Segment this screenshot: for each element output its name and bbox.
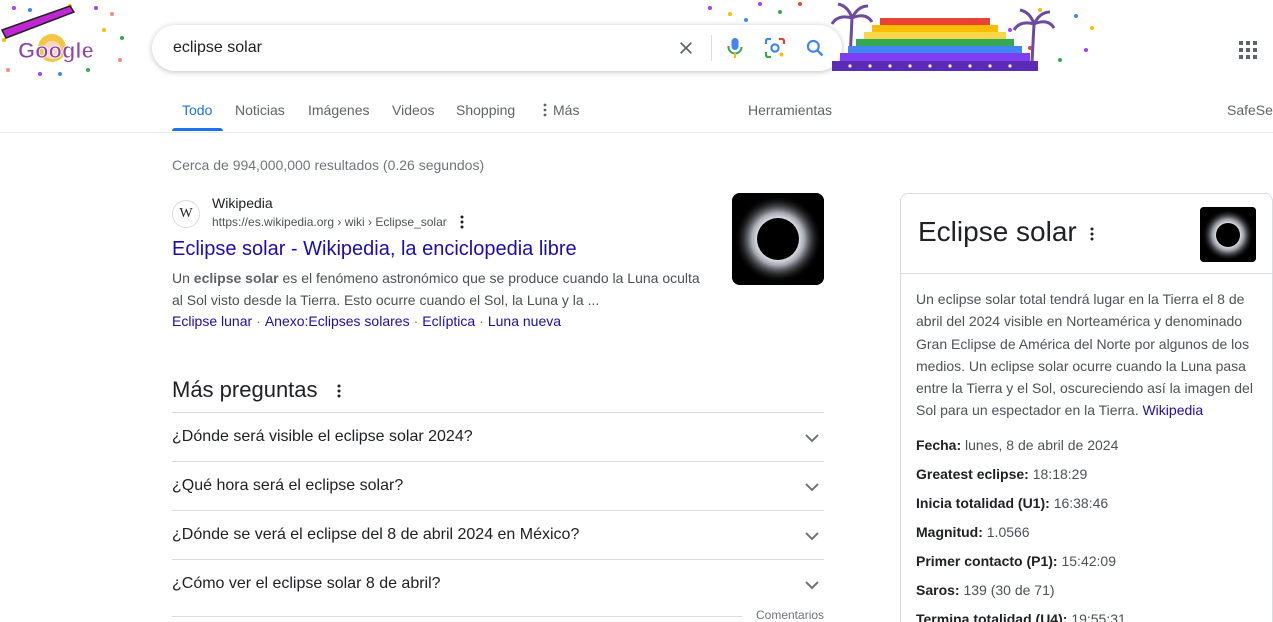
sitelink-separator: · bbox=[256, 313, 261, 329]
more-vert-icon[interactable] bbox=[457, 214, 467, 230]
description-line: Sol para un espectador en la Tierra. Wik… bbox=[916, 402, 1204, 419]
paa-question[interactable]: ¿Dónde será visible el eclipse solar 202… bbox=[172, 412, 824, 461]
safesearch-button[interactable]: SafeSea bbox=[1227, 102, 1273, 118]
tab-noticias[interactable]: Noticias bbox=[235, 102, 285, 118]
fact-row: Primer contacto (P1): 15:42:09 bbox=[916, 553, 1261, 582]
apps-grid-icon[interactable] bbox=[1236, 38, 1260, 62]
chevron-down-icon bbox=[805, 434, 819, 443]
close-icon[interactable] bbox=[674, 36, 698, 60]
result-snippet: Un eclipse solar es el fenómeno astronóm… bbox=[172, 267, 712, 311]
paa-footer-divider bbox=[172, 616, 742, 617]
chevron-down-icon bbox=[805, 532, 819, 541]
fact-key[interactable]: Magnitud: bbox=[916, 524, 983, 540]
sitelink-anexo-eclipses[interactable]: Anexo:Eclipses solares bbox=[265, 313, 410, 329]
fact-key[interactable]: Saros: bbox=[916, 582, 960, 598]
result-stats: Cerca de 994,000,000 resultados (0.26 se… bbox=[172, 157, 485, 173]
google-doodle-logo[interactable]: Google bbox=[0, 0, 130, 80]
paa-question-text: ¿Dónde se verá el eclipse del 8 de abril… bbox=[172, 526, 580, 543]
more-vert-icon bbox=[543, 103, 547, 117]
description-line: entre la Tierra y el Sol, oscureciendo a… bbox=[916, 380, 1253, 397]
tab-todo[interactable]: Todo bbox=[182, 102, 212, 118]
tab-imagenes[interactable]: Imágenes bbox=[308, 102, 369, 118]
sitelink-ecliptica[interactable]: Eclíptica bbox=[422, 313, 475, 329]
knowledge-panel-description: Un eclipse solar total tendrá lugar en l… bbox=[916, 288, 1261, 422]
fact-row: Saros: 139 (30 de 71) bbox=[916, 582, 1261, 611]
paa-question-text: ¿Qué hora será el eclipse solar? bbox=[172, 477, 404, 494]
result-title-link[interactable]: Eclipse solar - Wikipedia, la encicloped… bbox=[172, 238, 577, 261]
fact-row: Termina totalidad (U4): 19:55:31 bbox=[916, 611, 1261, 622]
fact-key[interactable]: Primer contacto (P1): bbox=[916, 553, 1058, 569]
fact-key[interactable]: Greatest eclipse: bbox=[916, 466, 1029, 482]
knowledge-panel-facts: Fecha: lunes, 8 de abril de 2024 Greates… bbox=[916, 437, 1261, 622]
result-site-name[interactable]: Wikipedia bbox=[212, 195, 273, 211]
result-thumbnail-image[interactable] bbox=[732, 193, 824, 285]
paa-question-text: ¿Cómo ver el eclipse solar 8 de abril? bbox=[172, 575, 441, 592]
more-vert-icon[interactable] bbox=[1087, 225, 1097, 243]
fact-row: Magnitud: 1.0566 bbox=[916, 524, 1261, 553]
tab-mas[interactable]: Más bbox=[542, 102, 579, 118]
paa-question[interactable]: ¿Cómo ver el eclipse solar 8 de abril? bbox=[172, 559, 824, 608]
description-line: abril del 2024 visible en Norteamérica y… bbox=[916, 313, 1243, 330]
knowledge-panel-header: Eclipse solar bbox=[901, 194, 1272, 274]
fact-key[interactable]: Fecha: bbox=[916, 437, 961, 453]
active-tab-indicator bbox=[172, 128, 223, 131]
fact-value: 18:18:29 bbox=[1032, 466, 1088, 482]
chevron-down-icon bbox=[805, 483, 819, 492]
paa-question[interactable]: ¿Qué hora será el eclipse solar? bbox=[172, 461, 824, 510]
paa-question-text: ¿Dónde será visible el eclipse solar 202… bbox=[172, 428, 473, 445]
fact-value: 1.0566 bbox=[986, 524, 1030, 540]
fact-value: 15:42:09 bbox=[1061, 553, 1116, 569]
sitelink-separator: · bbox=[413, 313, 419, 329]
fact-row: Inicia totalidad (U1): 16:38:46 bbox=[916, 495, 1261, 524]
search-tabs: Todo Noticias Imágenes Videos Shopping M… bbox=[0, 94, 1273, 133]
search-input[interactable] bbox=[173, 38, 653, 58]
logo-text: Google bbox=[18, 38, 94, 63]
header: Google bbox=[0, 0, 1273, 94]
tab-shopping[interactable]: Shopping bbox=[456, 102, 515, 118]
fact-value: 19:55:31 bbox=[1071, 611, 1126, 622]
tab-mas-label: Más bbox=[553, 102, 580, 118]
feedback-link[interactable]: Comentarios bbox=[756, 608, 824, 622]
fact-value: 16:38:46 bbox=[1053, 495, 1109, 511]
fact-value: lunes, 8 de abril de 2024 bbox=[965, 437, 1119, 453]
wikipedia-source-link[interactable]: Wikipedia bbox=[1142, 402, 1203, 418]
fact-value: 139 (30 de 71) bbox=[963, 582, 1055, 598]
chevron-down-icon bbox=[805, 581, 819, 590]
description-line: Un eclipse solar total tendrá lugar en l… bbox=[916, 291, 1245, 307]
sitelink-separator: · bbox=[479, 313, 484, 329]
paa-heading: Más preguntas bbox=[172, 377, 318, 402]
paa-list: ¿Dónde será visible el eclipse solar 202… bbox=[172, 412, 824, 608]
knowledge-panel-image[interactable] bbox=[1200, 207, 1256, 262]
fact-key[interactable]: Inicia totalidad (U1): bbox=[916, 495, 1050, 511]
fact-key[interactable]: Termina totalidad (U4): bbox=[916, 611, 1067, 622]
wikipedia-favicon-icon: W bbox=[172, 200, 200, 228]
snippet-line: Un eclipse solar es el fenómeno astronóm… bbox=[172, 270, 700, 286]
fact-row: Fecha: lunes, 8 de abril de 2024 bbox=[916, 437, 1261, 466]
sitelinks: Eclipse lunar · Anexo:Eclipses solares · Ecl… bbox=[172, 313, 561, 329]
sitelink-eclipse-lunar[interactable]: Eclipse lunar bbox=[172, 313, 252, 329]
fact-row: Greatest eclipse: 18:18:29 bbox=[916, 466, 1261, 495]
paa-question[interactable]: ¿Dónde se verá el eclipse del 8 de abril… bbox=[172, 510, 824, 559]
more-vert-icon[interactable] bbox=[334, 382, 344, 400]
knowledge-panel-title: Eclipse solar bbox=[918, 216, 1077, 247]
result-url[interactable]: https://es.wikipedia.org › wiki › Eclips… bbox=[212, 215, 447, 229]
knowledge-panel: Eclipse solar Un eclipse solar total ten… bbox=[900, 193, 1273, 622]
sitelink-luna-nueva[interactable]: Luna nueva bbox=[488, 313, 561, 329]
tab-videos[interactable]: Videos bbox=[392, 102, 435, 118]
tools-button[interactable]: Herramientas bbox=[748, 102, 832, 118]
snippet-line: al Sol visto desde la Tierra. Esto ocurr… bbox=[172, 292, 600, 308]
description-line: Gran Eclipse de América del Norte por al… bbox=[916, 335, 1250, 352]
description-line: medios. Un eclipse solar ocurre cuando l… bbox=[916, 357, 1246, 374]
doodle-decoration bbox=[708, 2, 1094, 71]
